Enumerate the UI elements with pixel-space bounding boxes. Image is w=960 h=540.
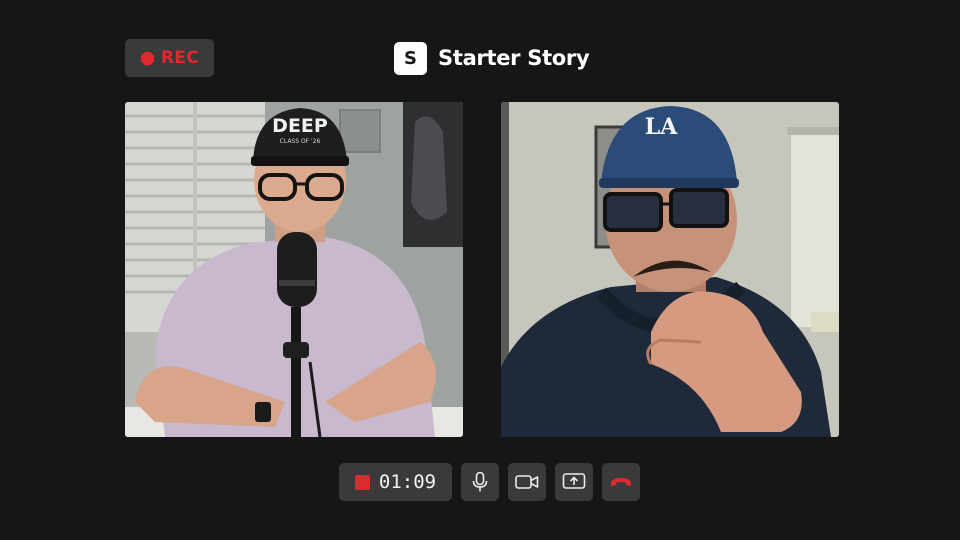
brand-name: Starter Story <box>438 46 590 70</box>
rec-label: REC <box>160 48 200 68</box>
stop-recording-icon[interactable] <box>354 474 370 490</box>
camera-button[interactable] <box>508 463 546 501</box>
share-screen-icon <box>562 473 586 489</box>
call-controls: 01:09 <box>339 463 640 501</box>
participant-video-left: DEEP CLASS OF '26 <box>125 102 463 437</box>
record-dot-icon <box>140 51 155 65</box>
brand-logo: S <box>394 41 427 75</box>
hang-up-icon <box>611 478 631 486</box>
microphone-icon <box>472 471 488 492</box>
recording-timer: 01:09 <box>339 463 452 501</box>
share-screen-button[interactable] <box>555 463 593 501</box>
participant-left-image: DEEP CLASS OF '26 <box>125 102 463 437</box>
camera-icon <box>515 475 539 489</box>
timer-text: 01:09 <box>378 471 437 493</box>
participant-right-image: LA <box>501 102 839 437</box>
recording-indicator: REC <box>125 39 214 77</box>
svg-text:CLASS OF '26: CLASS OF '26 <box>280 138 321 145</box>
participant-video-right: LA <box>501 102 839 437</box>
brand: S Starter Story <box>394 41 590 75</box>
svg-text:DEEP: DEEP <box>272 115 328 137</box>
end-call-button[interactable] <box>602 463 640 501</box>
microphone-button[interactable] <box>461 463 499 501</box>
svg-text:LA: LA <box>645 114 678 140</box>
